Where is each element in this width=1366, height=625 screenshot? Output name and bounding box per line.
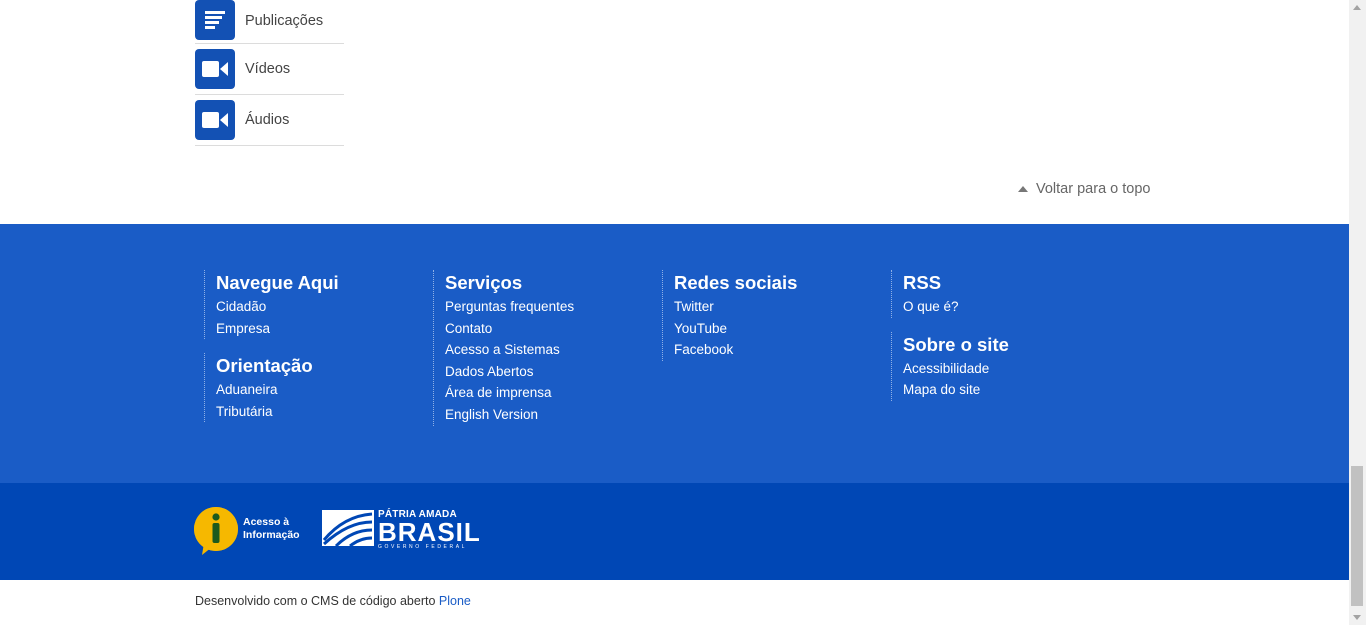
credits: Desenvolvido com o CMS de código aberto … [195,594,471,608]
side-item-label: Publicações [245,13,324,29]
scroll-down-icon[interactable] [1353,615,1361,620]
footer-heading: Sobre o site [903,333,1009,355]
acesso-line1: Acesso à [243,516,290,528]
footer-heading: Navegue Aqui [216,272,339,293]
footer-heading: RSS [903,272,942,293]
info-icon [194,507,238,555]
acesso-line2: Informação [243,529,300,541]
page: Publicações Vídeos Áudios Voltar para o … [0,0,1349,625]
footer-block-servicos: Serviços Perguntas frequentes Contato Ac… [433,270,574,426]
flag-waves-icon [322,509,374,551]
side-item-publicacoes[interactable]: Publicações [195,0,344,44]
side-item-label: Vídeos [245,61,291,77]
footer-link-acessibilidade[interactable]: Acessibilidade [903,358,1009,380]
side-item-audios[interactable]: Áudios [195,95,344,146]
footer-heading: Redes sociais [674,272,798,293]
footer-link-tributaria[interactable]: Tributária [216,401,339,423]
footer-heading: Serviços [445,272,523,293]
brasil-logo-sub: GOVERNO FEDERAL [378,544,468,550]
acesso-informacao-logo[interactable]: Acesso à Informação [194,507,300,555]
footer-logos: Acesso à Informação PÁTRIA AMADA BRASIL … [0,483,1349,580]
side-menu: Publicações Vídeos Áudios [195,0,344,146]
video-camera-icon [195,100,235,140]
footer-block-navegue: Navegue Aqui Cidadão Empresa [204,270,339,340]
footer-link-contato[interactable]: Contato [445,318,574,340]
footer-block-sobre: Sobre o site Acessibilidade Mapa do site [891,331,1009,401]
video-camera-icon [195,49,235,89]
scroll-up-icon[interactable] [1353,5,1361,10]
arrow-up-icon [1018,186,1028,192]
footer-heading: Orientação [216,355,313,377]
back-to-top-label: Voltar para o topo [1036,181,1151,197]
footer-link-perguntas[interactable]: Perguntas frequentes [445,296,574,318]
footer-link-dados-abertos[interactable]: Dados Abertos [445,361,574,383]
footer-link-empresa[interactable]: Empresa [216,318,339,340]
footer-link-area-imprensa[interactable]: Área de imprensa [445,382,574,404]
footer-column-1: Navegue Aqui Cidadão Empresa Orientação … [204,270,339,436]
plone-link[interactable]: Plone [439,594,471,608]
footer-link-english[interactable]: English Version [445,404,574,426]
footer-column-3: Redes sociais Twitter YouTube Facebook [662,270,797,375]
footer-link-o-que-e[interactable]: O que é? [903,296,1009,318]
back-to-top-link[interactable]: Voltar para o topo [1018,181,1150,197]
document-lines-icon [195,0,235,40]
footer-link-mapa-site[interactable]: Mapa do site [903,379,1009,401]
footer-link-aduaneira[interactable]: Aduaneira [216,379,339,401]
footer-link-facebook[interactable]: Facebook [674,339,797,361]
page-scrollbar[interactable] [1349,0,1366,625]
side-item-label: Áudios [245,112,290,128]
scrollbar-thumb[interactable] [1351,466,1363,606]
footer-block-rss: RSS O que é? [891,270,1009,318]
footer-block-orientacao: Orientação Aduaneira Tributária [204,353,339,423]
patria-amada-brasil-logo[interactable]: PÁTRIA AMADA BRASIL GOVERNO FEDERAL [322,509,481,551]
brasil-logo-main: BRASIL [378,517,481,547]
footer-block-redes: Redes sociais Twitter YouTube Facebook [662,270,797,361]
footer-link-cidadao[interactable]: Cidadão [216,296,339,318]
footer-link-acesso-sistemas[interactable]: Acesso a Sistemas [445,339,574,361]
footer-link-twitter[interactable]: Twitter [674,296,797,318]
footer-column-2: Serviços Perguntas frequentes Contato Ac… [433,270,574,440]
credits-text: Desenvolvido com o CMS de código aberto [195,594,439,608]
footer-link-youtube[interactable]: YouTube [674,318,797,340]
side-item-videos[interactable]: Vídeos [195,44,344,95]
footer-column-4: RSS O que é? Sobre o site Acessibilidade… [891,270,1009,415]
footer-navigation: Navegue Aqui Cidadão Empresa Orientação … [0,224,1349,483]
